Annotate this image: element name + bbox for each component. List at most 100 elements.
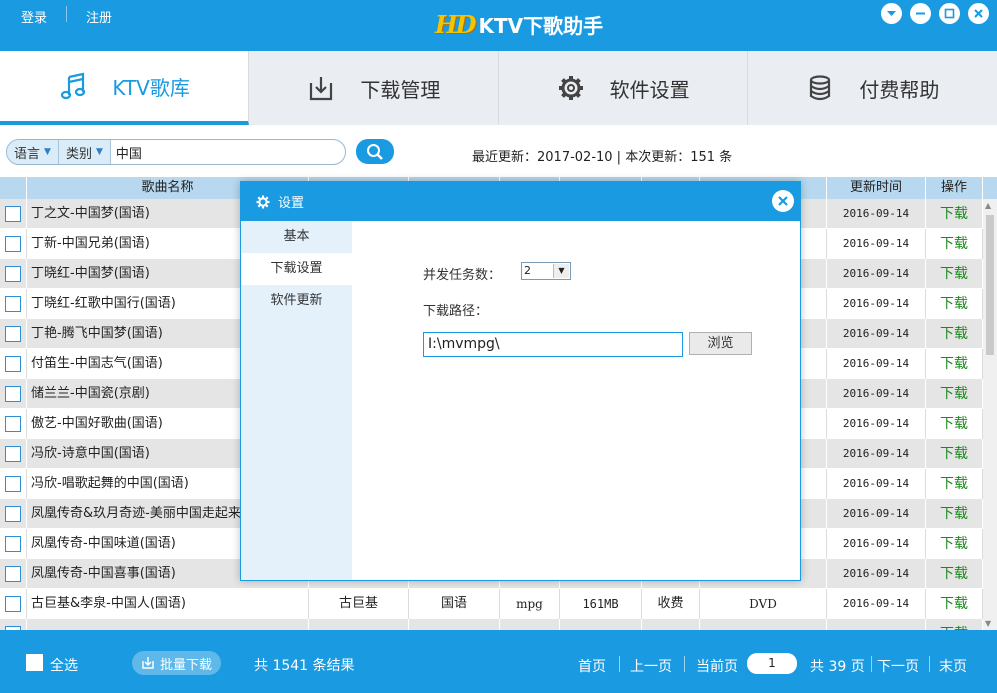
table-row[interactable]: 下载 bbox=[0, 619, 983, 630]
title-bar: 登录 注册 HD KTV下歌助手 bbox=[0, 0, 997, 51]
download-link[interactable]: 下载 bbox=[926, 409, 983, 439]
update-time-cell: 2016-09-14 bbox=[827, 349, 926, 379]
browse-button[interactable]: 浏览 bbox=[689, 332, 752, 355]
concurrent-tasks-select[interactable]: 2 ▼ bbox=[521, 262, 571, 280]
download-link[interactable]: 下载 bbox=[926, 439, 983, 469]
table-row[interactable]: 古巨基&李泉-中国人(国语) 古巨基 国语 mpg 161MB 收费 DVD 2016-09-… bbox=[0, 589, 983, 619]
login-link[interactable]: 登录 bbox=[21, 7, 47, 26]
search-box: 语言 ▼ 类别 ▼ 中国 bbox=[6, 139, 346, 165]
chevron-down-icon[interactable]: ▼ bbox=[553, 264, 569, 278]
update-time-cell: 2016-09-14 bbox=[827, 289, 926, 319]
singer-cell bbox=[309, 619, 409, 630]
scrollbar-thumb[interactable] bbox=[986, 215, 994, 355]
settings-body: 并发任务数： 2 ▼ 下载路径： I:\mvmpg\ 浏览 bbox=[352, 221, 800, 580]
divider bbox=[684, 656, 685, 672]
download-link[interactable]: 下载 bbox=[926, 469, 983, 499]
settings-dialog: 设置 基本 下载设置 软件更新 并发任务数： 2 ▼ 下载路径： I:\mvmp… bbox=[240, 181, 801, 581]
language-filter-label: 语言 bbox=[14, 146, 41, 162]
settings-nav-update[interactable]: 软件更新 bbox=[241, 285, 352, 317]
download-link[interactable]: 下载 bbox=[926, 289, 983, 319]
row-select-cell bbox=[0, 379, 27, 409]
prev-page-link[interactable]: 上一页 bbox=[630, 656, 672, 676]
row-checkbox[interactable] bbox=[5, 596, 21, 612]
tab-label: 下载管理 bbox=[360, 77, 441, 102]
gear-icon bbox=[556, 73, 586, 103]
batch-download-button[interactable]: 批量下载 bbox=[132, 651, 221, 675]
divider bbox=[66, 6, 67, 22]
search-button[interactable] bbox=[356, 139, 394, 164]
row-checkbox[interactable] bbox=[5, 266, 21, 282]
update-time-cell: 2016-09-14 bbox=[827, 259, 926, 289]
page-number-input[interactable]: 1 bbox=[747, 653, 797, 674]
download-link[interactable]: 下载 bbox=[926, 349, 983, 379]
row-select-cell bbox=[0, 469, 27, 499]
dialog-header: 设置 bbox=[241, 182, 800, 221]
language-cell bbox=[409, 619, 500, 630]
download-link[interactable]: 下载 bbox=[926, 619, 983, 630]
update-time-cell: 2016-09-14 bbox=[827, 229, 926, 259]
next-page-link[interactable]: 下一页 bbox=[877, 656, 919, 676]
row-checkbox[interactable] bbox=[5, 326, 21, 342]
settings-nav-download[interactable]: 下载设置 bbox=[241, 253, 352, 285]
row-checkbox[interactable] bbox=[5, 506, 21, 522]
category-filter-dropdown[interactable]: 类别 ▼ bbox=[58, 140, 111, 164]
format-cell bbox=[500, 619, 560, 630]
batch-download-label: 批量下载 bbox=[159, 657, 212, 673]
download-link[interactable]: 下载 bbox=[926, 199, 983, 229]
row-select-cell bbox=[0, 619, 27, 630]
language-filter-dropdown[interactable]: 语言 ▼ bbox=[7, 140, 59, 164]
format-cell: mpg bbox=[500, 589, 560, 619]
scroll-up-icon[interactable]: ▲ bbox=[985, 201, 991, 210]
concurrent-tasks-value: 2 bbox=[524, 264, 531, 277]
download-path-input[interactable]: I:\mvmpg\ bbox=[423, 332, 683, 357]
scroll-down-icon[interactable]: ▼ bbox=[985, 619, 991, 628]
music-note-icon bbox=[58, 71, 88, 101]
scrollbar[interactable]: ▲ ▼ bbox=[983, 199, 997, 630]
fee-cell bbox=[642, 619, 700, 630]
search-icon bbox=[367, 143, 383, 160]
download-path-label: 下载路径： bbox=[423, 304, 489, 319]
download-link[interactable]: 下载 bbox=[926, 319, 983, 349]
tab-payment-help[interactable]: 付费帮助 bbox=[748, 51, 997, 125]
row-checkbox[interactable] bbox=[5, 476, 21, 492]
close-icon[interactable] bbox=[968, 3, 989, 24]
row-checkbox[interactable] bbox=[5, 206, 21, 222]
menu-dropdown-icon[interactable] bbox=[881, 3, 902, 24]
row-checkbox[interactable] bbox=[5, 536, 21, 552]
row-checkbox[interactable] bbox=[5, 446, 21, 462]
settings-nav-basic[interactable]: 基本 bbox=[241, 221, 352, 253]
row-checkbox[interactable] bbox=[5, 566, 21, 582]
select-all-checkbox[interactable] bbox=[26, 654, 43, 671]
dialog-close-icon[interactable] bbox=[772, 190, 794, 212]
row-select-cell bbox=[0, 259, 27, 289]
minimize-icon[interactable] bbox=[910, 3, 931, 24]
tab-software-settings[interactable]: 软件设置 bbox=[499, 51, 748, 125]
total-pages: 共 39 页 bbox=[810, 659, 865, 675]
database-icon bbox=[805, 73, 835, 103]
download-link[interactable]: 下载 bbox=[926, 229, 983, 259]
download-link[interactable]: 下载 bbox=[926, 559, 983, 589]
last-page-link[interactable]: 末页 bbox=[939, 656, 967, 676]
search-bar: 语言 ▼ 类别 ▼ 中国 最近更新：2017-02-10 | 本次更新：151 条 bbox=[0, 125, 997, 177]
tab-ktv-library[interactable]: KTV歌库 bbox=[0, 51, 250, 125]
download-link[interactable]: 下载 bbox=[926, 589, 983, 619]
download-link[interactable]: 下载 bbox=[926, 379, 983, 409]
maximize-icon[interactable] bbox=[939, 3, 960, 24]
row-checkbox[interactable] bbox=[5, 356, 21, 372]
tab-download-manager[interactable]: 下载管理 bbox=[249, 51, 499, 125]
update-info: 最近更新：2017-02-10 | 本次更新：151 条 bbox=[472, 150, 733, 165]
row-checkbox[interactable] bbox=[5, 236, 21, 252]
update-time-cell: 2016-09-14 bbox=[827, 589, 926, 619]
register-link[interactable]: 注册 bbox=[86, 7, 112, 26]
header-update-time[interactable]: 更新时间 bbox=[827, 177, 926, 199]
current-page-label: 当前页 bbox=[696, 659, 738, 675]
download-link[interactable]: 下载 bbox=[926, 499, 983, 529]
download-link[interactable]: 下载 bbox=[926, 529, 983, 559]
update-time-cell: 2016-09-14 bbox=[827, 439, 926, 469]
first-page-link[interactable]: 首页 bbox=[578, 656, 606, 676]
search-input[interactable]: 中国 bbox=[111, 143, 142, 162]
row-checkbox[interactable] bbox=[5, 386, 21, 402]
row-checkbox[interactable] bbox=[5, 416, 21, 432]
row-checkbox[interactable] bbox=[5, 296, 21, 312]
download-link[interactable]: 下载 bbox=[926, 259, 983, 289]
